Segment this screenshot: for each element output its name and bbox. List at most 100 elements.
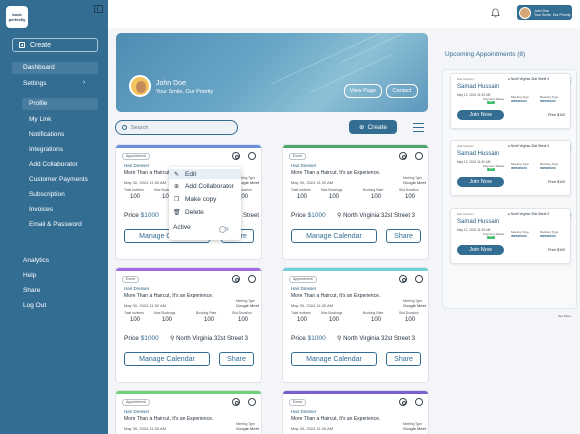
gear-icon[interactable]: [232, 152, 240, 160]
join-now-button[interactable]: Join Now: [457, 245, 504, 255]
card-title: Hair Dresser: [124, 409, 150, 414]
sidebar-item-email-password[interactable]: Email & Password: [29, 221, 82, 228]
card-date: May 30, 2024 11:30 AM: [291, 426, 333, 431]
sidebar-create-button[interactable]: Create: [12, 38, 98, 52]
price-label: Price: [124, 335, 139, 342]
location-value: North Virginia 32st Street 3: [510, 212, 550, 216]
manage-calendar-button[interactable]: Manage Calendar: [124, 352, 210, 366]
brand-logo[interactable]: book perfectly: [6, 6, 28, 28]
sidebar-item-subscription[interactable]: Subscription: [29, 191, 65, 198]
sidebar: book perfectly Create Dashboard Settings…: [0, 0, 108, 434]
join-now-button[interactable]: Join Now: [457, 177, 504, 187]
create-button[interactable]: ⊕ Create: [349, 120, 397, 134]
gear-icon[interactable]: [399, 152, 407, 160]
gear-icon[interactable]: [399, 398, 407, 406]
join-now-button[interactable]: Join Now: [457, 110, 504, 120]
stat-label: Total Invitees: [291, 188, 311, 192]
sidebar-item-add-collaborator[interactable]: Add Collaborator: [29, 161, 78, 168]
sidebar-item-invoices[interactable]: Invoices: [29, 206, 53, 213]
menu-item-make-copy[interactable]: ❐ Make copy: [173, 194, 217, 204]
gear-icon[interactable]: [232, 398, 240, 406]
gear-icon[interactable]: [232, 275, 240, 283]
more-options-icon[interactable]: [415, 152, 423, 160]
appointment-card[interactable]: Hair Dresser ● North Virginia 32st Stree…: [450, 140, 572, 196]
user-menu[interactable]: John Doe Your Smile, Our Priority: [517, 5, 572, 20]
service-card[interactable]: Event Hair Dresser More Than a Haircut, …: [115, 267, 262, 383]
card-color-bar: [283, 391, 428, 394]
card-date: May 30, 2024 11:30 AM: [124, 426, 166, 431]
more-options-icon[interactable]: [248, 152, 256, 160]
contact-button[interactable]: Contact: [386, 84, 418, 98]
profile-name: John Doe: [156, 80, 186, 87]
stat-value: 100: [405, 317, 416, 323]
sidebar-item-logout[interactable]: Log Out: [23, 302, 46, 309]
manage-calendar-button[interactable]: Manage Calendar: [291, 352, 377, 366]
share-button[interactable]: Share: [386, 352, 421, 366]
more-options-icon[interactable]: [248, 275, 256, 283]
sidebar-item-dashboard[interactable]: Dashboard: [12, 62, 98, 74]
manage-calendar-button[interactable]: Manage Calendar: [291, 229, 377, 243]
menu-item-add-collaborator[interactable]: ⊕ Add Collaborator: [173, 181, 234, 191]
sidebar-item-notifications[interactable]: Notifications: [29, 131, 64, 138]
see-more-link[interactable]: See More: [558, 314, 571, 318]
profile-banner: John Doe Your Smile, Our Priority View P…: [116, 33, 428, 112]
menu-item-delete[interactable]: 🗑 Delete: [173, 207, 204, 217]
location-value: North Virginia 32st Street 3: [510, 144, 550, 148]
menu-item-edit[interactable]: ✎ Edit: [169, 169, 241, 179]
price-label: Price: [291, 212, 306, 219]
view-page-button[interactable]: View Page: [344, 84, 382, 98]
service-card[interactable]: Appointment Hair Dresser More Than a Hai…: [115, 390, 262, 434]
add-user-icon: ⊕: [173, 183, 180, 190]
share-button[interactable]: Share: [386, 229, 421, 243]
card-options-menu: ✎ Edit ⊕ Add Collaborator ❐ Make copy 🗑 …: [169, 167, 241, 240]
kebab-menu-icon[interactable]: · · ·: [570, 77, 572, 86]
appointment-location: ● North Virginia 32st Street 3: [508, 144, 550, 148]
stat-label: Booking Rate: [363, 311, 384, 315]
menu-item-label: Make copy: [185, 195, 217, 203]
search-placeholder: Search: [131, 124, 149, 131]
card-color-bar: [116, 268, 261, 271]
sidebar-item-integrations[interactable]: Integrations: [29, 146, 63, 153]
more-options-icon[interactable]: [415, 275, 423, 283]
stat-value: 100: [297, 194, 308, 200]
appointment-card[interactable]: Hair Dresser ● North Virginia 32st Stree…: [450, 208, 572, 264]
appointment-name: Samad Hussain: [457, 151, 500, 157]
sidebar-toggle-icon[interactable]: [94, 5, 103, 13]
service-card[interactable]: Event Hair Dresser More Than a Haircut, …: [282, 144, 429, 260]
sidebar-item-customer-payments[interactable]: Customer Payments: [29, 176, 88, 183]
sidebar-item-settings[interactable]: Settings: [23, 80, 47, 87]
sidebar-item-help[interactable]: Help: [23, 272, 36, 279]
card-description: More Than a Haircut, It's an Experience.: [124, 416, 214, 422]
gear-icon[interactable]: [399, 275, 407, 283]
location-value: North Virginia 32st Street 3: [343, 213, 416, 219]
service-card[interactable]: Event Hair Dresser More Than a Haircut, …: [282, 390, 429, 434]
card-date: May 30, 2024 11:30 AM: [291, 180, 333, 185]
kebab-menu-icon[interactable]: · · ·: [570, 212, 572, 221]
menu-item-label: Active: [173, 223, 191, 231]
logo-line-2: perfectly: [8, 17, 26, 22]
stat-label: Slot Duration: [399, 311, 419, 315]
chevron-right-icon[interactable]: ›: [83, 79, 85, 86]
search-input[interactable]: Search: [115, 120, 238, 135]
meeting-type-value: INPERSON: [511, 99, 527, 103]
upcoming-list: Hair Dresser ● North Virginia 32st Stree…: [442, 69, 577, 318]
bell-icon[interactable]: [491, 8, 500, 18]
share-button[interactable]: Share: [219, 352, 254, 366]
card-color-bar: [283, 145, 428, 148]
sidebar-item-analytics[interactable]: Analytics: [23, 257, 49, 264]
more-options-icon[interactable]: [415, 398, 423, 406]
kebab-menu-icon[interactable]: · · ·: [570, 144, 572, 153]
appointment-type: Hair Dresser: [457, 144, 474, 148]
active-toggle[interactable]: [219, 226, 229, 233]
price-text: Price $1000: [124, 335, 159, 342]
appointment-card[interactable]: Hair Dresser ● North Virginia 32st Stree…: [450, 73, 572, 129]
sidebar-create-label: Create: [30, 41, 52, 49]
sidebar-item-share[interactable]: Share: [23, 287, 40, 294]
location-value: North Virginia 32st Street 3: [176, 336, 249, 342]
sidebar-item-profile[interactable]: Profile: [22, 98, 98, 110]
service-card[interactable]: Appointment Hair Dresser More Than a Hai…: [282, 267, 429, 383]
sidebar-item-my-link[interactable]: My Link: [29, 116, 51, 123]
more-options-icon[interactable]: [248, 398, 256, 406]
filter-icon[interactable]: [413, 123, 424, 132]
card-description: More Than a Haircut, It's an Experience.: [291, 416, 381, 422]
